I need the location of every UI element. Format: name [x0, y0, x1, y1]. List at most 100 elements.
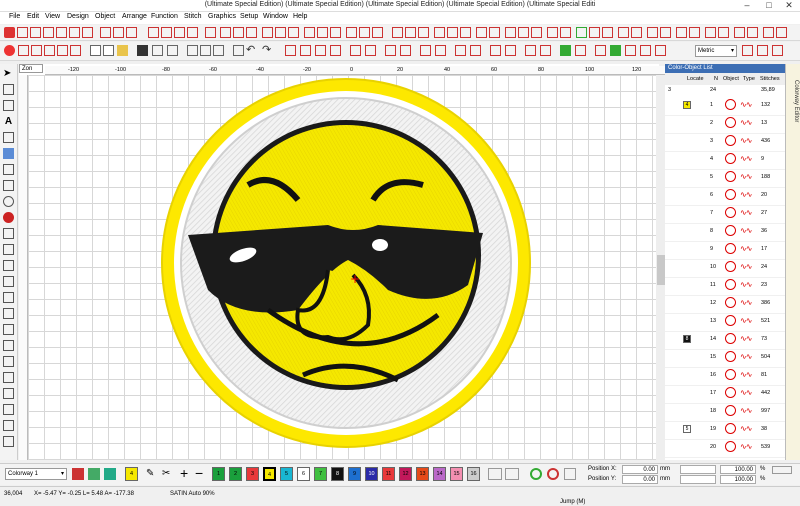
- stop-icon[interactable]: [3, 212, 14, 223]
- col-locate[interactable]: Locate: [687, 76, 704, 82]
- ring-icon[interactable]: [547, 468, 559, 480]
- shape-j-icon[interactable]: [718, 27, 729, 38]
- node-tool-icon[interactable]: [161, 27, 172, 38]
- fill-area-tool-icon[interactable]: [70, 45, 81, 56]
- new-file-icon[interactable]: [90, 45, 101, 56]
- grid-icon[interactable]: [564, 468, 576, 480]
- rotate-icon[interactable]: [3, 308, 14, 319]
- col-type[interactable]: Type: [743, 76, 755, 82]
- shape-k-icon[interactable]: [734, 27, 745, 38]
- shape-d-icon[interactable]: [631, 27, 642, 38]
- ungroup-icon[interactable]: [3, 372, 14, 383]
- print-icon[interactable]: [167, 45, 178, 56]
- pattern-f-icon[interactable]: [288, 27, 299, 38]
- color-swatch-12[interactable]: 12: [399, 467, 412, 481]
- align-icon[interactable]: [3, 340, 14, 351]
- pattern-e-icon[interactable]: [275, 27, 286, 38]
- stitch-m-icon[interactable]: [490, 45, 501, 56]
- color-swatch-10[interactable]: 10: [365, 467, 378, 481]
- copy-icon[interactable]: [200, 45, 211, 56]
- position-x-field[interactable]: 0.00: [622, 465, 658, 474]
- shape-tool-icon[interactable]: [44, 45, 55, 56]
- shape-c-icon[interactable]: [618, 27, 629, 38]
- applique-tool-icon[interactable]: [100, 27, 111, 38]
- select-arrow-icon[interactable]: ➤: [3, 68, 14, 79]
- star-shape-icon[interactable]: [3, 164, 14, 175]
- pattern-u-icon[interactable]: [505, 27, 516, 38]
- stitch-tool-icon[interactable]: [4, 27, 15, 38]
- group-icon[interactable]: [3, 356, 14, 367]
- redo-icon[interactable]: ↷: [262, 45, 273, 56]
- stitch-u-icon[interactable]: [640, 45, 651, 56]
- list-item[interactable]: 20 ∿∿ 539: [665, 437, 785, 458]
- circle-tool-icon[interactable]: [69, 27, 80, 38]
- thread-chart-icon[interactable]: [88, 468, 100, 480]
- stitch-type-b-icon[interactable]: [505, 468, 519, 480]
- pattern-d-icon[interactable]: [262, 27, 273, 38]
- lock-ratio-icon[interactable]: [772, 466, 792, 474]
- menu-edit[interactable]: Edit: [27, 13, 39, 20]
- save-icon[interactable]: [137, 45, 148, 56]
- pattern-b-icon[interactable]: [233, 27, 244, 38]
- stitch-e-icon[interactable]: [350, 45, 361, 56]
- group-badge[interactable]: 8: [683, 335, 691, 343]
- pattern-n-icon[interactable]: [405, 27, 416, 38]
- stitch-r-icon[interactable]: [575, 45, 586, 56]
- zoom-in-icon[interactable]: [742, 45, 753, 56]
- stitch-f-icon[interactable]: [365, 45, 376, 56]
- knife-icon[interactable]: [3, 260, 14, 271]
- colorway-select[interactable]: Colorway 1 ▾: [5, 468, 67, 480]
- stitch-n-icon[interactable]: [505, 45, 516, 56]
- menu-stitch[interactable]: Stitch: [184, 13, 202, 20]
- rectangle-shape-icon[interactable]: [3, 388, 14, 399]
- shape-n-icon[interactable]: [776, 27, 787, 38]
- color-swatch-13[interactable]: 13: [416, 467, 429, 481]
- outline-tool-icon[interactable]: [56, 27, 67, 38]
- maximize-button[interactable]: □: [758, 0, 780, 11]
- color-swatch-16[interactable]: 16: [467, 467, 480, 481]
- stitch-type-a-icon[interactable]: [488, 468, 502, 480]
- stitch-s-icon[interactable]: [595, 45, 606, 56]
- design-grid[interactable]: +: [28, 75, 656, 460]
- position-y-field[interactable]: 0.00: [622, 475, 658, 484]
- circle-shape-icon[interactable]: [3, 196, 14, 207]
- complex-fill-tool-icon[interactable]: [126, 27, 137, 38]
- bezier-icon[interactable]: [3, 180, 14, 191]
- pan-tool-icon[interactable]: [3, 292, 14, 303]
- group-badge[interactable]: 4: [683, 101, 691, 109]
- pattern-c-icon[interactable]: [246, 27, 257, 38]
- pattern-s-icon[interactable]: [476, 27, 487, 38]
- stitch-o-icon[interactable]: [525, 45, 536, 56]
- color-swatch-1[interactable]: 1: [212, 467, 225, 481]
- run-tool-icon[interactable]: [17, 27, 28, 38]
- zoom-out-icon[interactable]: [757, 45, 768, 56]
- bucket-icon[interactable]: [104, 468, 116, 480]
- tools-icon[interactable]: ✂: [162, 468, 174, 480]
- minimize-button[interactable]: –: [736, 0, 758, 11]
- design-tool-icon[interactable]: [18, 45, 29, 56]
- pattern-o-icon[interactable]: [418, 27, 429, 38]
- pattern-t-icon[interactable]: [489, 27, 500, 38]
- reshape-icon[interactable]: [3, 100, 14, 111]
- color-swatch-15[interactable]: 15: [450, 467, 463, 481]
- curve-icon[interactable]: [3, 436, 14, 447]
- scroll-thumb[interactable]: [657, 255, 665, 285]
- save-as-icon[interactable]: [152, 45, 163, 56]
- tshirt-icon[interactable]: [610, 45, 621, 56]
- close-button[interactable]: ✕: [778, 0, 800, 11]
- shape-m-icon[interactable]: [763, 27, 774, 38]
- stitch-j-icon[interactable]: [435, 45, 446, 56]
- stitch-t-icon[interactable]: [625, 45, 636, 56]
- shape-i-icon[interactable]: [705, 27, 716, 38]
- node-edit-icon[interactable]: [3, 84, 14, 95]
- color-swatch-9[interactable]: 9: [348, 467, 361, 481]
- color-swatch-3[interactable]: 3: [246, 467, 259, 481]
- units-select[interactable]: Metric ▾: [695, 45, 737, 57]
- object-tool-icon[interactable]: [31, 45, 42, 56]
- width-field[interactable]: [680, 465, 716, 474]
- ellipse-icon[interactable]: [3, 404, 14, 415]
- color-wheel-icon[interactable]: [530, 468, 542, 480]
- height-field[interactable]: [680, 475, 716, 484]
- menu-design[interactable]: Design: [67, 13, 89, 20]
- polygon-tool-icon[interactable]: [57, 45, 68, 56]
